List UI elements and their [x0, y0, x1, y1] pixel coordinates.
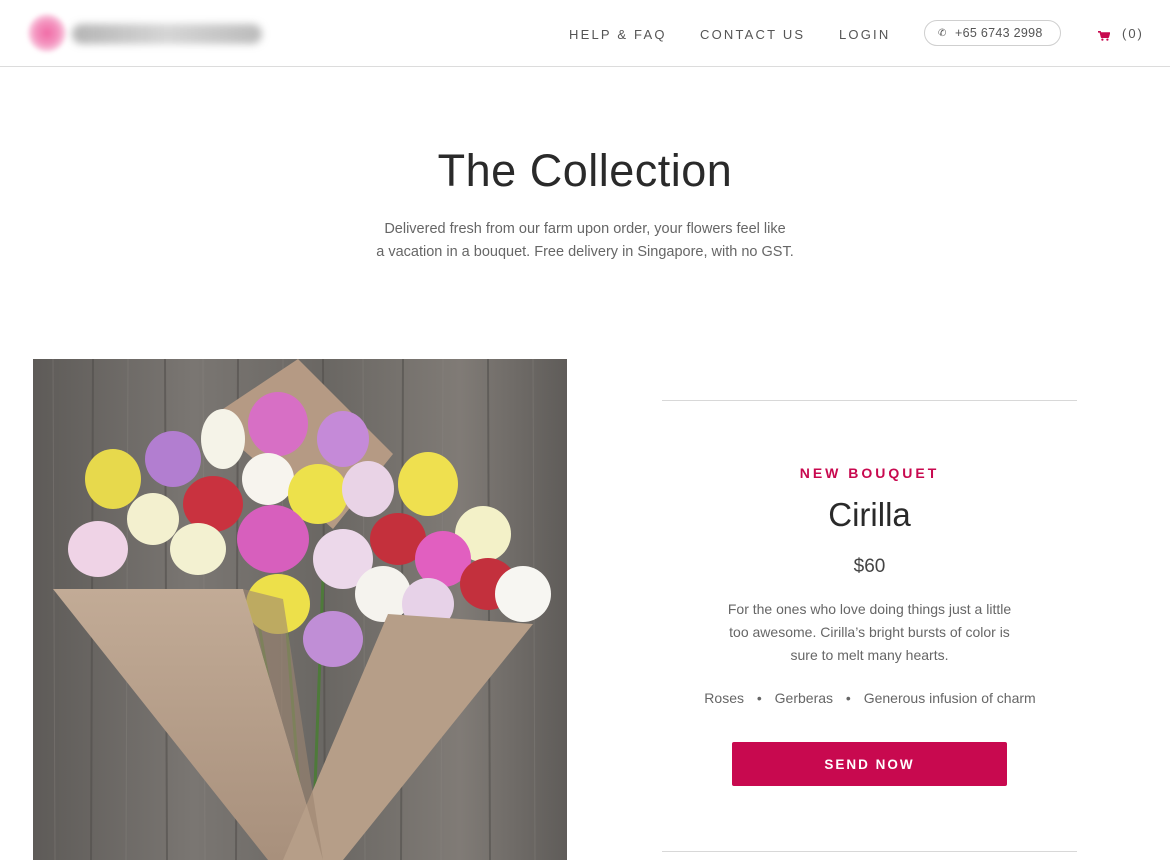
bouquet-photo	[33, 359, 567, 860]
product-description-line: sure to melt many hearts.	[790, 647, 949, 663]
feature-item: Generous infusion of charm	[863, 690, 1036, 706]
page-title: The Collection	[437, 145, 733, 196]
product-features: Roses • Gerberas • Generous infusion of …	[640, 690, 1100, 706]
product-image[interactable]	[33, 359, 567, 860]
product-name: Cirilla	[828, 496, 911, 533]
product-tag: NEW BOUQUET	[799, 465, 940, 481]
product-divider-top	[662, 400, 1077, 401]
product-description-line: For the ones who love doing things just …	[727, 601, 1012, 617]
product-divider-bottom	[662, 851, 1077, 852]
phone-button[interactable]: ✆ +65 6743 2998	[924, 20, 1061, 46]
product-price: $60	[853, 556, 886, 577]
send-now-button[interactable]: SEND NOW	[732, 742, 1007, 786]
site-header: HELP & FAQ CONTACT US LOGIN ✆ +65 6743 2…	[0, 0, 1170, 67]
page-subtitle-line: Delivered fresh from our farm upon order…	[384, 221, 786, 237]
nav-login[interactable]: LOGIN	[839, 27, 890, 42]
phone-icon: ✆	[938, 28, 947, 39]
feature-item: Roses	[704, 690, 744, 706]
cart-icon	[1098, 31, 1110, 41]
page-subtitle: Delivered fresh from our farm upon order…	[355, 218, 815, 264]
phone-number: +65 6743 2998	[955, 26, 1043, 40]
logo-wordmark	[72, 24, 262, 44]
brand-logo[interactable]	[26, 10, 266, 56]
nav-contact-us[interactable]: CONTACT US	[700, 27, 805, 42]
logo-flower-icon	[28, 14, 66, 52]
page-subtitle-line: a vacation in a bouquet. Free delivery i…	[376, 244, 794, 260]
cart-count: (0)	[1122, 26, 1144, 41]
feature-separator: •	[756, 690, 762, 706]
nav-help-faq[interactable]: HELP & FAQ	[569, 27, 667, 42]
product-description: For the ones who love doing things just …	[697, 598, 1042, 667]
feature-item: Gerberas	[774, 690, 834, 706]
product-description-line: too awesome. Cirilla’s bright bursts of …	[729, 624, 1010, 640]
feature-separator: •	[845, 690, 851, 706]
